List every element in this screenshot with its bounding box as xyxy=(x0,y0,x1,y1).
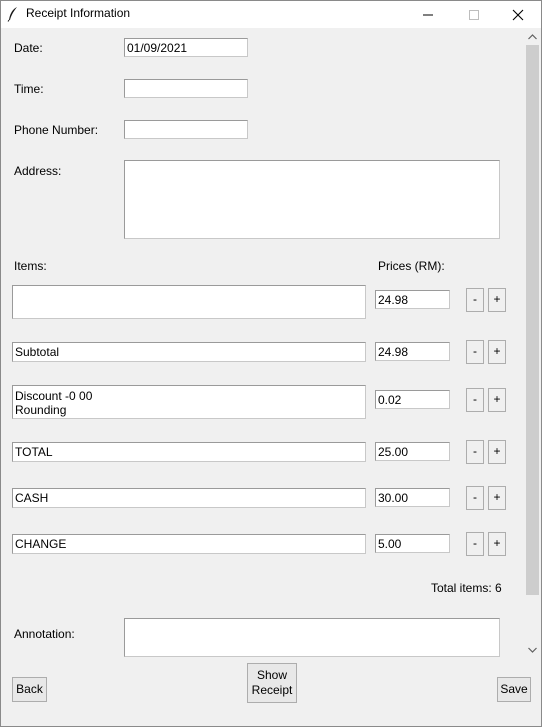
decrease-button[interactable]: - xyxy=(466,532,484,556)
decrease-button[interactable]: - xyxy=(466,388,484,412)
date-label: Date: xyxy=(14,41,43,55)
item-field[interactable]: Subtotal xyxy=(12,342,366,362)
item-field[interactable]: CHANGE xyxy=(12,534,366,554)
window-title: Receipt Information xyxy=(26,6,131,20)
price-field[interactable]: 25.00 xyxy=(375,442,450,461)
close-button[interactable] xyxy=(495,1,541,28)
price-field[interactable]: 5.00 xyxy=(375,534,450,553)
scroll-thumb[interactable] xyxy=(526,45,539,595)
decrease-button[interactable]: - xyxy=(466,340,484,364)
annotation-field[interactable] xyxy=(124,618,500,657)
phone-field[interactable] xyxy=(124,120,248,139)
prices-label: Prices (RM): xyxy=(378,259,445,273)
increase-button[interactable]: + xyxy=(488,486,506,510)
back-button[interactable]: Back xyxy=(12,677,47,702)
increase-button[interactable]: + xyxy=(488,532,506,556)
decrease-button[interactable]: - xyxy=(466,486,484,510)
show-receipt-button[interactable]: Show Receipt xyxy=(247,663,297,703)
receipt-window: Receipt Information Date: 01/09/2021 Tim… xyxy=(0,0,542,727)
items-label: Items: xyxy=(14,259,47,273)
phone-label: Phone Number: xyxy=(14,123,99,137)
scroll-down-button[interactable] xyxy=(524,641,541,658)
time-field[interactable] xyxy=(124,79,248,98)
minimize-icon xyxy=(423,14,433,15)
title-bar: Receipt Information xyxy=(1,1,541,28)
annotation-label: Annotation: xyxy=(14,627,75,641)
increase-button[interactable]: + xyxy=(488,388,506,412)
item-field[interactable] xyxy=(12,285,366,319)
decrease-button[interactable]: - xyxy=(466,288,484,312)
address-label: Address: xyxy=(14,164,62,178)
time-label: Time: xyxy=(14,82,44,96)
item-field[interactable]: TOTAL xyxy=(12,442,366,462)
price-field[interactable]: 0.02 xyxy=(375,390,450,409)
total-items-count: Total items: 6 xyxy=(431,581,502,595)
price-field[interactable]: 30.00 xyxy=(375,488,450,507)
feather-icon xyxy=(7,6,19,22)
address-field[interactable] xyxy=(124,160,500,239)
item-field[interactable]: CASH xyxy=(12,488,366,508)
save-button[interactable]: Save xyxy=(497,677,531,702)
increase-button[interactable]: + xyxy=(488,440,506,464)
maximize-icon xyxy=(469,9,479,20)
decrease-button[interactable]: - xyxy=(466,440,484,464)
close-icon xyxy=(512,9,524,20)
scroll-up-button[interactable] xyxy=(524,28,541,45)
vertical-scrollbar[interactable] xyxy=(524,28,541,658)
increase-button[interactable]: + xyxy=(488,340,506,364)
minimize-button[interactable] xyxy=(405,1,451,28)
date-field[interactable]: 01/09/2021 xyxy=(124,38,248,57)
chevron-up-icon xyxy=(528,33,537,39)
increase-button[interactable]: + xyxy=(488,288,506,312)
price-field[interactable]: 24.98 xyxy=(375,342,450,361)
item-field[interactable]: Discount -0 00 Rounding xyxy=(12,385,366,419)
chevron-down-icon xyxy=(528,647,537,653)
maximize-button[interactable] xyxy=(451,1,497,28)
price-field[interactable]: 24.98 xyxy=(375,290,450,309)
